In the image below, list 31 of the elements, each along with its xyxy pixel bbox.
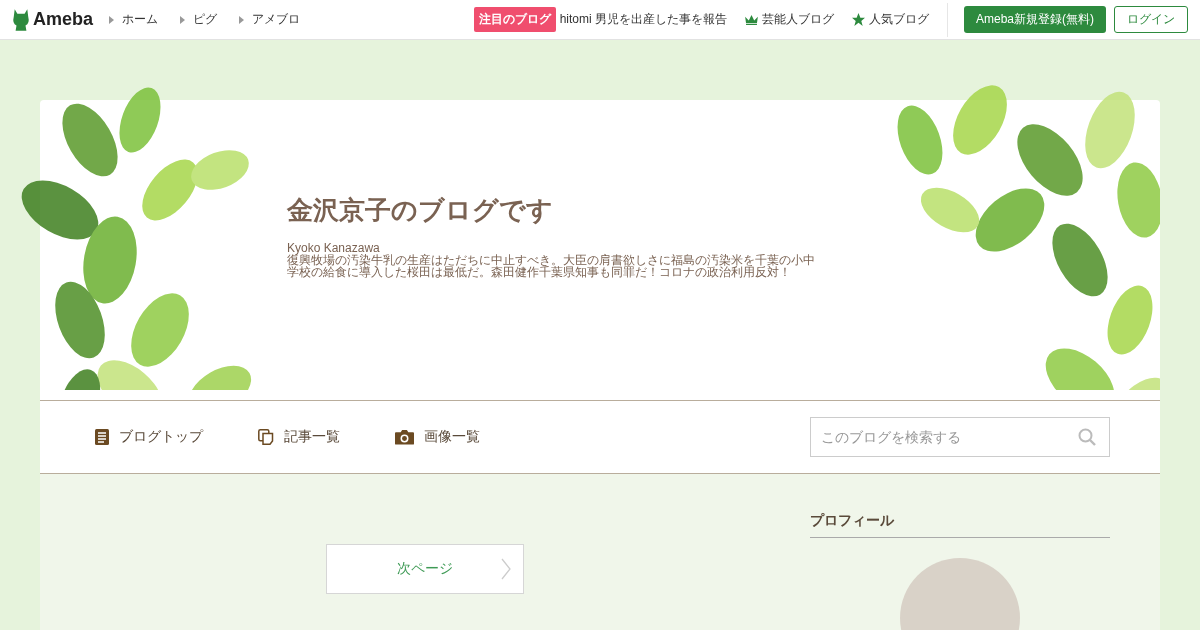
logo-text: Ameba <box>33 9 94 30</box>
profile-heading: プロフィール <box>810 512 1110 538</box>
blog-title[interactable]: 金沢京子のブログです <box>287 193 817 228</box>
blog-description: 復興牧場の汚染牛乳の生産はただちに中止すべき。大臣の肩書欲しさに福島の汚染米を千葉の小中学校の給食に導入した桜田は最低だ。森田健作千葉県知事も同罪だ！コロナの政治利用反対！ <box>287 254 816 278</box>
login-button[interactable]: ログイン <box>1114 6 1188 33</box>
triangle-icon <box>239 15 245 24</box>
star-icon <box>852 13 865 26</box>
triangle-icon <box>180 15 186 24</box>
blog-nav-link[interactable]: 画像一覧 <box>395 428 480 446</box>
blog-nav-link[interactable]: 記事一覧 <box>258 428 340 446</box>
triangle-icon <box>109 15 115 24</box>
nav-link[interactable]: ピグ <box>180 11 218 28</box>
nav-link[interactable]: ホーム <box>109 11 159 28</box>
featured-badge: 注目のブログ <box>473 7 556 32</box>
chevron-icon <box>501 558 511 580</box>
register-button[interactable]: Ameba新規登録(無料) <box>964 6 1106 33</box>
ameba-logo[interactable]: Ameba <box>12 7 94 32</box>
ranking-link[interactable]: 芸能人ブログ <box>745 11 834 28</box>
mascot-icon <box>12 7 30 32</box>
search-field[interactable]: このブログを検索する <box>810 417 1110 457</box>
document-icon <box>95 429 109 445</box>
blog-nav-link[interactable]: ブログトップ <box>95 428 203 446</box>
pages-icon <box>258 429 274 445</box>
search-icon <box>1078 428 1096 446</box>
next-page-button[interactable]: 次ページ <box>326 544 524 594</box>
featured-link[interactable]: hitomi 男児を出産した事を報告 <box>559 11 727 28</box>
crown-icon <box>745 14 758 25</box>
nav-link[interactable]: アメブロ <box>239 11 301 28</box>
camera-icon <box>395 429 414 445</box>
blog-author: Kyoko Kanazawa <box>287 242 380 254</box>
ranking-link[interactable]: 人気ブログ <box>852 11 929 28</box>
